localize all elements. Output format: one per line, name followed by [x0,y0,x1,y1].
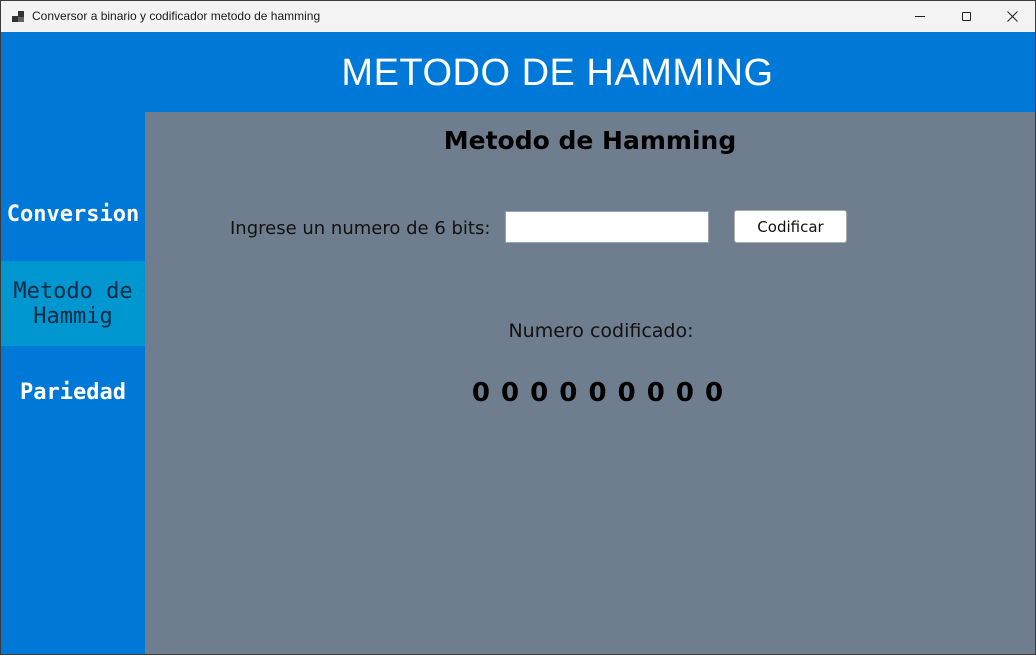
encoded-number-label: Numero codificado: [508,320,694,342]
sidebar-item-label: Pariedad [20,379,126,405]
app-window: Conversor a binario y codificador metodo… [0,0,1036,655]
minimize-button[interactable] [897,1,943,32]
main-panel: Metodo de Hamming Ingrese un numero de 6… [145,112,1035,654]
sidebar-item-label: Conversion [6,201,140,227]
sidebar-item-hamming[interactable]: Metodo de Hammig [1,261,145,346]
minimize-icon [915,16,925,17]
encode-button[interactable]: Codificar [734,210,847,243]
window-title: Conversor a binario y codificador metodo… [32,9,321,23]
page-title: Metodo de Hamming [443,126,737,155]
title-bar[interactable]: Conversor a binario y codificador metodo… [1,1,1035,32]
sidebar-item-conversion[interactable]: Conversion [1,174,145,254]
bits-input-label: Ingrese un numero de 6 bits: [230,218,491,239]
app-icon [12,11,24,22]
sidebar-item-label: Metodo de Hammig [13,278,133,329]
header-title: METODO DE HAMMING [341,52,774,94]
close-button[interactable] [989,1,1035,32]
sidebar-item-pariedad[interactable]: Pariedad [1,352,145,432]
sidebar: Conversion Metodo de Hammig Pariedad [1,112,145,654]
maximize-button[interactable] [943,1,989,32]
app-header: METODO DE HAMMING [1,32,1035,112]
maximize-icon [961,12,971,21]
bits-input[interactable] [505,211,709,243]
close-icon [1006,11,1018,22]
encoded-number-value: 0 0 0 0 0 0 0 0 0 [471,378,725,408]
